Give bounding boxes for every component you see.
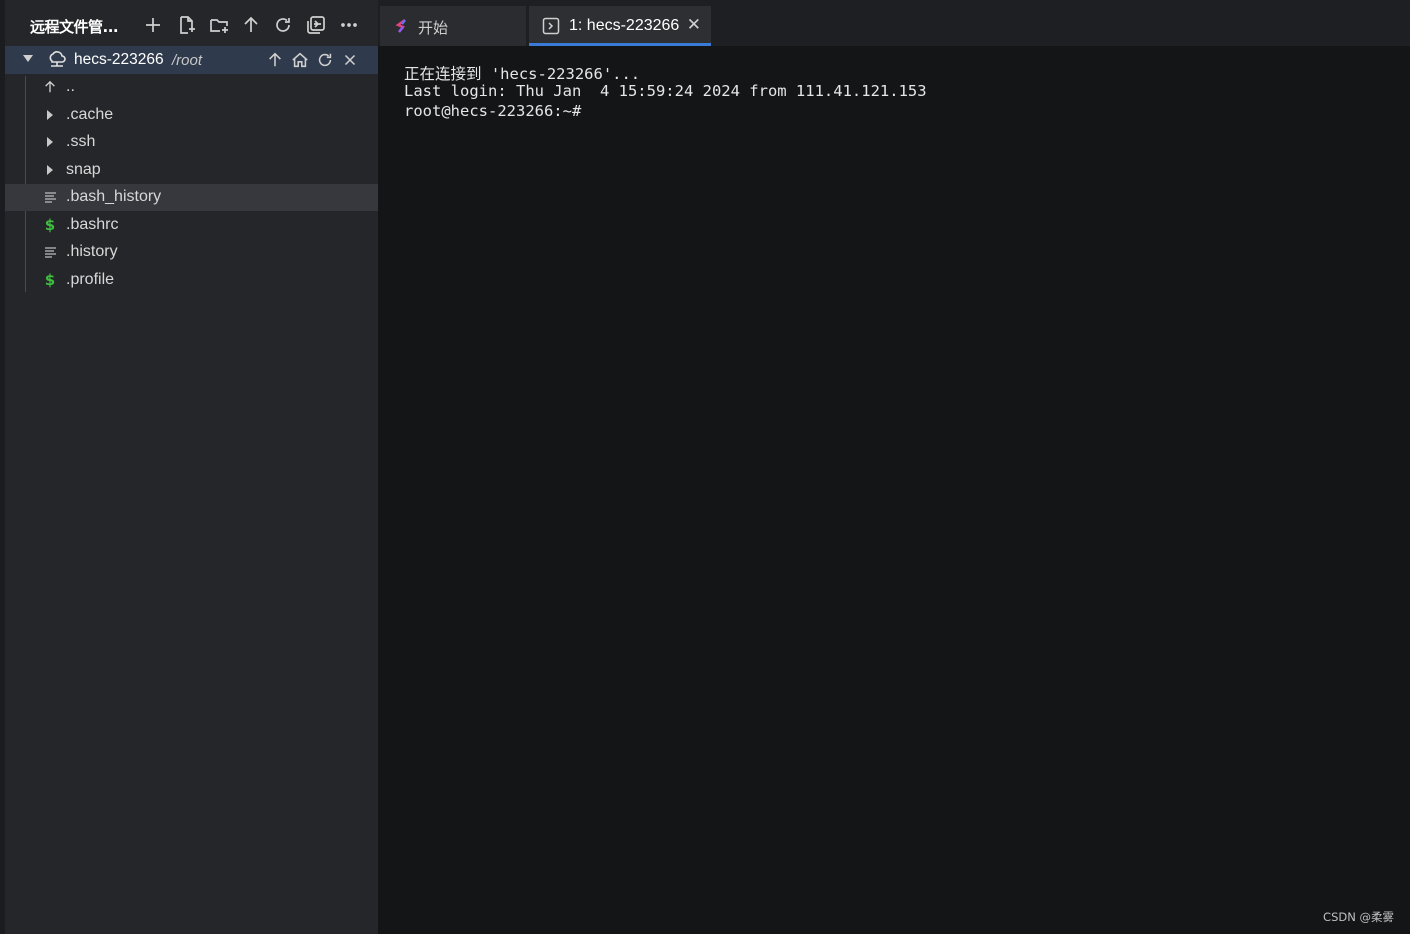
text-file-icon bbox=[43, 244, 57, 260]
tree-item-file[interactable]: $ .bashrc bbox=[5, 212, 378, 239]
tree-item-label: .bash_history bbox=[66, 188, 162, 205]
tab-terminal[interactable]: 1: hecs-223266 ✕ bbox=[529, 6, 711, 46]
terminal-icon bbox=[542, 17, 560, 35]
shell-script-icon: $ bbox=[44, 216, 56, 234]
chevron-down-icon[interactable] bbox=[23, 55, 33, 62]
tree-item-file[interactable]: .bash_history bbox=[5, 184, 378, 211]
cloud-server-icon bbox=[47, 51, 67, 69]
more-icon[interactable] bbox=[338, 14, 360, 36]
arrow-up-icon[interactable] bbox=[240, 14, 262, 36]
tree-item-folder[interactable]: snap bbox=[5, 157, 378, 184]
text-file-icon bbox=[43, 189, 57, 205]
remote-file-manager-panel: 远程文件管... hecs-223266 /root .. .cache .ss… bbox=[5, 0, 378, 934]
host-row[interactable]: hecs-223266 /root bbox=[5, 46, 378, 74]
refresh-icon[interactable] bbox=[315, 50, 335, 70]
collapse-icon[interactable] bbox=[305, 14, 327, 36]
chevron-right-icon[interactable] bbox=[43, 107, 57, 123]
tab-label: 开始 bbox=[418, 19, 449, 37]
tree-item-parent[interactable]: .. bbox=[5, 74, 378, 101]
terminal-line: 正在连接到 'hecs-223266'... bbox=[404, 65, 641, 83]
sidebar-title: 远程文件管... bbox=[30, 18, 119, 36]
new-file-icon[interactable] bbox=[175, 14, 197, 36]
tree-item-label: .. bbox=[66, 78, 75, 95]
refresh-icon[interactable] bbox=[272, 14, 294, 36]
shell-script-icon: $ bbox=[44, 271, 56, 289]
tree-item-file[interactable]: .history bbox=[5, 239, 378, 266]
tree-item-file[interactable]: $ .profile bbox=[5, 267, 378, 294]
chevron-right-icon[interactable] bbox=[43, 162, 57, 178]
sidebar-header: 远程文件管... bbox=[5, 6, 378, 44]
tab-bar: 开始 1: hecs-223266 ✕ bbox=[378, 0, 1410, 46]
tree-item-label: snap bbox=[66, 161, 101, 178]
close-icon[interactable] bbox=[340, 50, 360, 70]
host-path: /root bbox=[172, 52, 203, 69]
home-icon[interactable] bbox=[290, 50, 310, 70]
arrow-up-icon[interactable] bbox=[265, 50, 285, 70]
terminal-prompt: root@hecs-223266:~# bbox=[404, 102, 582, 120]
tree-item-label: .bashrc bbox=[66, 216, 119, 233]
new-folder-icon[interactable] bbox=[208, 14, 230, 36]
close-icon[interactable]: ✕ bbox=[687, 15, 701, 35]
tree-item-folder[interactable]: .cache bbox=[5, 102, 378, 129]
tree-item-label: .profile bbox=[66, 271, 115, 288]
tree-item-label: .history bbox=[66, 243, 118, 260]
watermark: CSDN @柔雾 bbox=[1323, 910, 1394, 924]
terminal-output[interactable]: 正在连接到 'hecs-223266'... Last login: Thu J… bbox=[378, 46, 1410, 934]
plus-icon[interactable] bbox=[142, 14, 164, 36]
chevron-right-icon[interactable] bbox=[43, 134, 57, 150]
terminal-line: Last login: Thu Jan 4 15:59:24 2024 from… bbox=[404, 82, 927, 100]
tree-item-label: .ssh bbox=[66, 133, 96, 150]
tree-item-label: .cache bbox=[66, 106, 114, 123]
tab-label: 1: hecs-223266 bbox=[569, 17, 680, 34]
host-name: hecs-223266 bbox=[74, 51, 164, 68]
logo-icon bbox=[393, 17, 411, 35]
tree-item-folder[interactable]: .ssh bbox=[5, 129, 378, 156]
arrow-up-icon bbox=[43, 79, 57, 95]
tab-start[interactable]: 开始 bbox=[380, 6, 526, 46]
